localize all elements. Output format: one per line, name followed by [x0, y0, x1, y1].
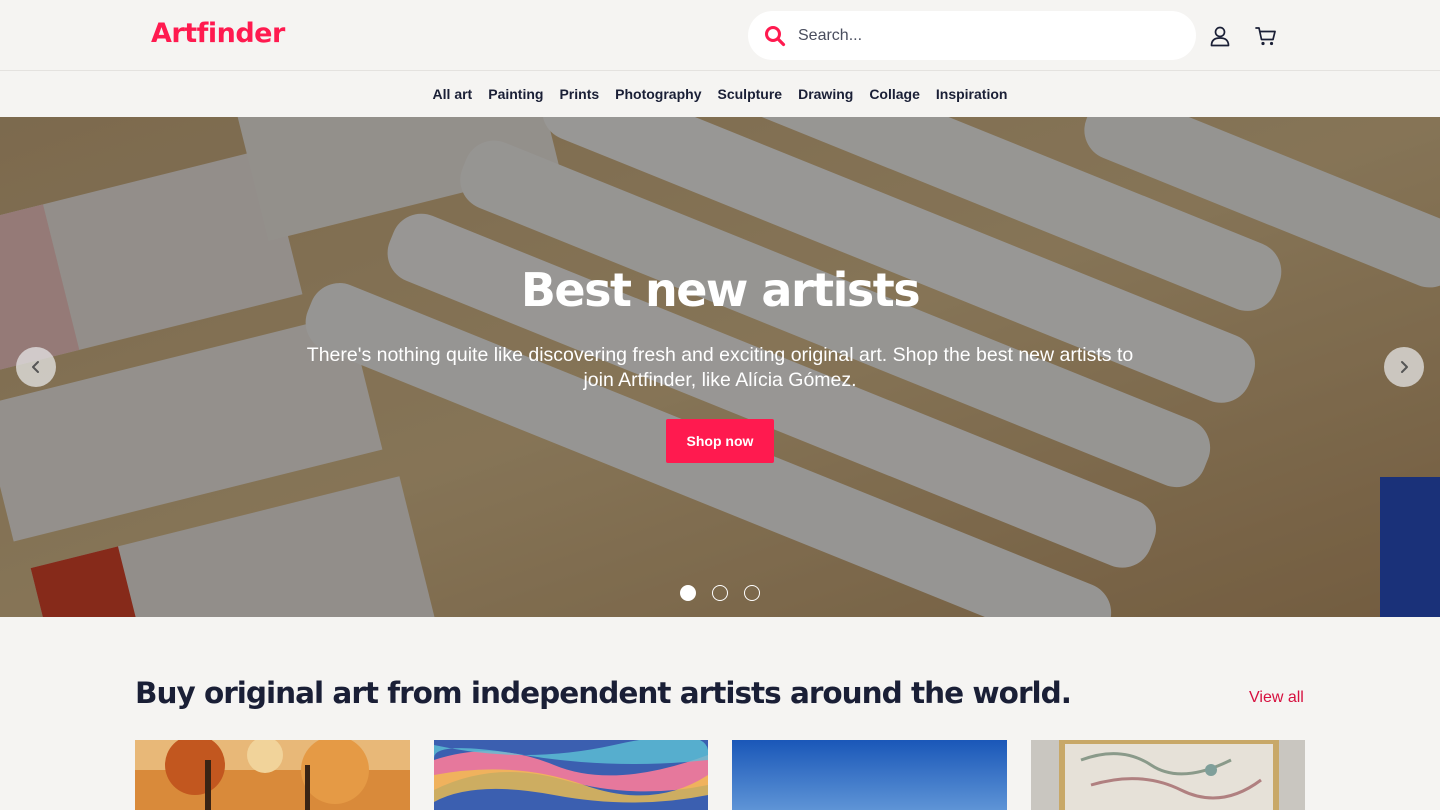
nav-item-inspiration[interactable]: Inspiration: [936, 86, 1008, 102]
chevron-left-icon: [32, 361, 39, 373]
artwork-card[interactable]: [732, 740, 1007, 810]
site-header: Artfinder: [0, 0, 1440, 71]
nav-item-drawing[interactable]: Drawing: [798, 86, 853, 102]
search-icon[interactable]: [764, 25, 786, 47]
carousel-dot-3[interactable]: [744, 585, 760, 601]
carousel-prev-button[interactable]: [16, 347, 56, 387]
nav-item-collage[interactable]: Collage: [869, 86, 920, 102]
chevron-right-icon: [1401, 361, 1408, 373]
nav-item-painting[interactable]: Painting: [488, 86, 543, 102]
artwork-card[interactable]: [434, 740, 709, 810]
search-input[interactable]: [798, 11, 1178, 60]
artwork-image: [732, 740, 1007, 810]
nav-item-sculpture[interactable]: Sculpture: [718, 86, 783, 102]
hero-title: Best new artists: [520, 263, 921, 317]
nav-item-all-art[interactable]: All art: [433, 86, 473, 102]
view-all-link[interactable]: View all: [1249, 689, 1304, 707]
logo[interactable]: Artfinder: [151, 18, 285, 49]
hero-carousel: Best new artists There's nothing quite l…: [0, 117, 1440, 617]
search-bar[interactable]: [748, 11, 1196, 60]
artwork-image: [1031, 740, 1305, 810]
section-title: Buy original art from independent artist…: [135, 676, 1072, 710]
category-nav: All art Painting Prints Photography Scul…: [0, 71, 1440, 117]
artwork-image: [434, 740, 708, 810]
nav-item-prints[interactable]: Prints: [559, 86, 599, 102]
carousel-dot-1[interactable]: [680, 585, 696, 601]
account-icon[interactable]: [1208, 24, 1232, 48]
artwork-card[interactable]: [135, 740, 410, 810]
artwork-image: [135, 740, 410, 810]
artwork-card[interactable]: [1031, 740, 1306, 810]
carousel-dots: [680, 585, 760, 601]
carousel-next-button[interactable]: [1384, 347, 1424, 387]
carousel-dot-2[interactable]: [712, 585, 728, 601]
cart-icon[interactable]: [1254, 24, 1278, 48]
hero-description: There's nothing quite like discovering f…: [306, 344, 1134, 391]
nav-item-photography[interactable]: Photography: [615, 86, 701, 102]
shop-now-button[interactable]: Shop now: [666, 419, 774, 463]
